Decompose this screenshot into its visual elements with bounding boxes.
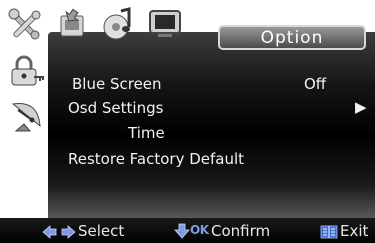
menu-book-icon: [320, 224, 338, 239]
exit-label: Exit: [340, 222, 369, 240]
ok-badge: OK: [190, 223, 209, 237]
menu-item-time[interactable]: Time: [128, 124, 165, 142]
display-icon[interactable]: [147, 9, 183, 39]
menu-item-label: Time: [128, 124, 165, 142]
submenu-arrow-icon: ▶: [355, 98, 367, 116]
lock-icon[interactable]: [8, 55, 46, 89]
menu-item-osd-settings[interactable]: Osd Settings: [68, 99, 163, 117]
audio-icon[interactable]: [101, 7, 135, 43]
tab-option[interactable]: Option: [218, 25, 366, 50]
menu-panel: [48, 32, 375, 219]
tools-icon[interactable]: [6, 6, 44, 44]
input-source-icon[interactable]: [55, 8, 89, 42]
left-right-arrows-icon: [42, 224, 76, 239]
menu-item-value[interactable]: Off: [304, 75, 326, 93]
menu-item-blue-screen[interactable]: Blue Screen: [72, 75, 162, 93]
down-arrow-icon: [174, 223, 190, 239]
select-label: Select: [78, 222, 125, 240]
menu-item-label: Restore Factory Default: [68, 150, 245, 168]
menu-item-label: Osd Settings: [68, 99, 164, 117]
tab-option-label: Option: [260, 28, 324, 48]
menu-item-label: Blue Screen: [72, 75, 162, 93]
satellite-dish-icon[interactable]: [8, 98, 44, 132]
menu-item-restore-factory-default[interactable]: Restore Factory Default: [68, 150, 244, 168]
confirm-label: Confirm: [211, 222, 271, 240]
